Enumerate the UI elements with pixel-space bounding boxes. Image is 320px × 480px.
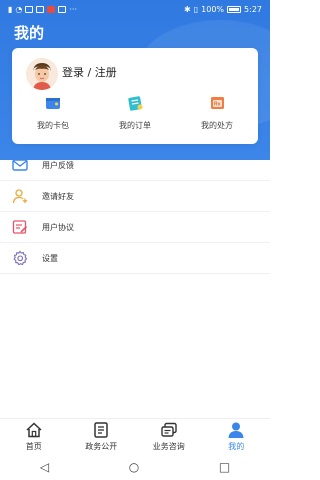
home-icon xyxy=(26,422,42,438)
nav-label: 政务公开 xyxy=(85,442,118,451)
battery-percent: 100% xyxy=(201,4,225,14)
settings-icon xyxy=(13,250,28,266)
prescription-icon: Rx xyxy=(211,97,224,109)
order-icon xyxy=(128,96,143,111)
shortcut-label: 我的处方 xyxy=(201,121,233,130)
mail-notification-icon xyxy=(58,5,67,13)
nav-label: 业务咨询 xyxy=(152,442,185,451)
government-icon xyxy=(94,422,108,438)
bluetooth-icon: ✱ xyxy=(184,4,191,14)
shortcut-orders[interactable]: 我的订单 xyxy=(100,94,170,138)
menu-item-label: 设置 xyxy=(42,253,58,263)
red-notification-icon xyxy=(47,5,56,13)
status-more: ··· xyxy=(69,4,78,14)
menu-item-invite[interactable]: 邀请好友 xyxy=(0,181,270,212)
shortcut-card-wallet[interactable]: 我的卡包 xyxy=(18,94,88,138)
vibrate-icon: ▯ xyxy=(193,4,199,14)
status-bar: ▮ ◔ ··· ✱ ▯ 100% 5:27 xyxy=(0,0,270,18)
nav-government[interactable]: 政务公开 xyxy=(68,421,134,452)
invite-friend-icon xyxy=(12,189,28,204)
login-register-link[interactable]: 登录 / 注册 xyxy=(62,64,117,80)
menu-list: 用户反馈 邀请好友 用户协议 设置 xyxy=(0,150,270,274)
signal-icon: ▮ xyxy=(8,4,13,14)
agreement-icon xyxy=(12,220,28,234)
profile-icon xyxy=(228,422,244,438)
home-circle-icon[interactable]: ○ xyxy=(129,461,139,473)
menu-item-settings[interactable]: 设置 xyxy=(0,243,270,274)
shortcut-label: 我的卡包 xyxy=(37,121,69,130)
wallet-icon xyxy=(46,98,60,109)
menu-item-feedback[interactable]: 用户反馈 xyxy=(0,150,270,181)
shortcut-row: 我的卡包 我的订单 Rx 我的处方 xyxy=(12,94,258,138)
feedback-icon xyxy=(12,159,28,171)
menu-item-label: 用户反馈 xyxy=(42,160,74,170)
image-notification-icon xyxy=(36,5,45,13)
nav-label: 首页 xyxy=(25,442,42,451)
nav-profile[interactable]: 我的 xyxy=(203,421,269,452)
recent-apps-icon[interactable]: □ xyxy=(219,461,230,473)
back-icon[interactable]: ◁ xyxy=(40,461,49,473)
status-left: ▮ ◔ ··· xyxy=(8,5,77,14)
page-title: 我的 xyxy=(14,24,45,42)
svg-text:Rx: Rx xyxy=(214,102,221,108)
menu-item-label: 邀请好友 xyxy=(42,191,74,201)
nav-home[interactable]: 首页 xyxy=(1,421,67,452)
battery-icon xyxy=(227,5,242,13)
avatar[interactable] xyxy=(26,58,58,90)
shortcut-prescription[interactable]: Rx 我的处方 xyxy=(182,94,252,138)
nav-label: 我的 xyxy=(228,442,245,451)
shortcut-label: 我的订单 xyxy=(119,121,151,130)
wifi-icon: ◔ xyxy=(15,4,23,14)
app-notification-icon xyxy=(25,5,34,13)
status-right: ✱ ▯ 100% 5:27 xyxy=(184,5,262,14)
nav-consult[interactable]: 业务咨询 xyxy=(136,421,202,452)
profile-card: 登录 / 注册 我的卡包 我的订单 Rx 我的处方 xyxy=(12,48,258,144)
system-navigation-bar: ◁ ○ □ xyxy=(0,454,270,480)
status-time: 5:27 xyxy=(244,4,262,14)
bottom-navigation: 首页 政务公开 业务咨询 我的 xyxy=(0,418,270,454)
menu-item-agreement[interactable]: 用户协议 xyxy=(0,212,270,243)
menu-item-label: 用户协议 xyxy=(42,222,74,232)
consult-icon xyxy=(161,422,177,437)
